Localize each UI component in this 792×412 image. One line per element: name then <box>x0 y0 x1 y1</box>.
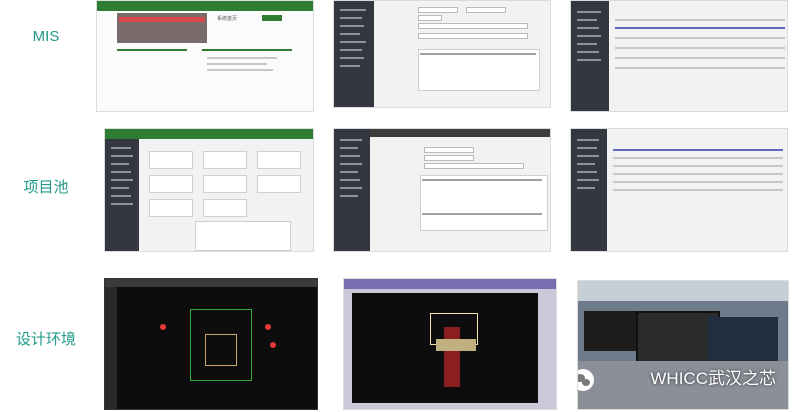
row-label-mis: MIS <box>32 28 60 45</box>
row-label-project-pool: 项目池 <box>23 179 69 196</box>
project-pool-screenshot-editor[interactable] <box>333 128 551 252</box>
project-pool-screenshot-list[interactable] <box>570 128 788 252</box>
watermark-text: WHICC武汉之芯 <box>650 369 776 388</box>
project-pool-screenshot-cards[interactable] <box>104 128 314 252</box>
design-env-photo[interactable]: WHICC武汉之芯 <box>577 280 789 410</box>
mis-screenshot-home[interactable]: 系统首页 <box>96 0 314 112</box>
row-label-design-environment: 设计环境 <box>15 331 76 348</box>
design-env-schematic[interactable] <box>104 278 318 410</box>
mis-screenshot-table[interactable] <box>570 0 788 112</box>
mis-screenshot-form[interactable] <box>333 0 551 108</box>
mis-home-caption: 系统首页 <box>217 16 238 22</box>
design-env-layout[interactable] <box>343 278 557 410</box>
